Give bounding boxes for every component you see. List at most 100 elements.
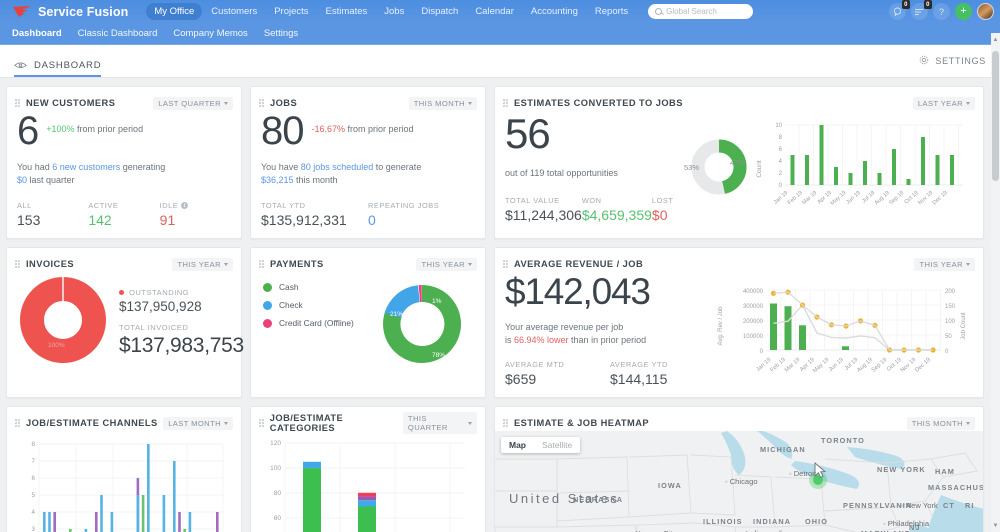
nav-item-my-office[interactable]: My Office [146, 3, 202, 20]
legend-dot-icon [263, 301, 272, 310]
bar1-blue [303, 462, 321, 468]
card-title: NEW CUSTOMERS [26, 98, 115, 108]
info-icon[interactable]: i [181, 202, 188, 209]
map-button[interactable]: Map [501, 437, 534, 453]
city-label-toronto: TORONTO [821, 436, 865, 445]
nav-item-reports[interactable]: Reports [587, 3, 636, 20]
kpi-idle-label: IDLE i [160, 201, 231, 210]
city-label-new-york: New York [901, 501, 938, 510]
satellite-button[interactable]: Satellite [534, 437, 580, 453]
card-body: 120100 8060 40 [251, 431, 485, 532]
avg-revenue-kpis: AVERAGE MTD $659 AVERAGE YTD $144,115 [505, 360, 715, 387]
period-selector[interactable]: LAST MONTH [163, 417, 233, 430]
settings-button[interactable]: SETTINGS [919, 55, 986, 67]
avg-revenue-chart: Avg. Rev / Job Job Count 400000300000 20… [715, 272, 973, 389]
legend-label: Cash [279, 282, 299, 292]
state-label-new-york: NEW YORK [877, 465, 926, 474]
period-selector[interactable]: LAST YEAR [913, 97, 975, 110]
new-customers-link[interactable]: 6 new customers [52, 162, 120, 172]
period-selector[interactable]: LAST QUARTER [153, 97, 233, 110]
payments-donut-chart: 1% 21% 78% [370, 274, 475, 379]
new-customers-delta: +100% from prior period [46, 124, 143, 134]
help-icon[interactable]: ? [933, 3, 950, 20]
y-tick-labels: 400000300000 200000100000 0 [743, 289, 764, 355]
scrollbar-thumb[interactable] [992, 51, 999, 181]
svg-text:Feb 19: Feb 19 [787, 190, 804, 206]
new-customers-kpis: ALL 153 ACTIVE 142 IDLE i 91 [17, 201, 231, 228]
period-selector[interactable]: THIS YEAR [172, 258, 233, 271]
drag-handle-icon[interactable] [503, 419, 508, 428]
period-label: THIS YEAR [919, 260, 963, 269]
nav-item-accounting[interactable]: Accounting [523, 3, 586, 20]
nav-item-projects[interactable]: Projects [266, 3, 316, 20]
period-selector[interactable]: THIS MONTH [409, 97, 477, 110]
chevron-down-icon [966, 422, 970, 425]
map-type-control[interactable]: Map Satellite [501, 437, 580, 453]
legend-item-credit-card[interactable]: Credit Card (Offline) [263, 318, 370, 328]
y-tick-labels: 876 543 2 [32, 441, 36, 532]
global-search-input[interactable]: Global Search [648, 4, 753, 19]
period-selector[interactable]: THIS YEAR [416, 258, 477, 271]
svg-text:60: 60 [274, 515, 282, 522]
page-scrollbar[interactable]: ▲ ▼ [991, 33, 1000, 532]
delta-suffix: from prior period [348, 124, 414, 134]
new-customers-summary: You had 6 new customers generating $0 la… [17, 161, 231, 187]
chat-icon[interactable]: 0 [889, 3, 906, 20]
period-selector[interactable]: THIS MONTH [907, 417, 975, 430]
state-label-ohio: OHIO [805, 517, 828, 526]
kpi-total-value-label: TOTAL VALUE [505, 196, 582, 205]
tab-dashboard[interactable]: DASHBOARD [14, 45, 101, 77]
drag-handle-icon[interactable] [15, 419, 20, 428]
top-right-actions: 0 0 ? + [889, 3, 994, 20]
period-label: THIS YEAR [177, 260, 221, 269]
svg-text:Jun 19: Jun 19 [845, 190, 861, 206]
tab-dashboard-label: DASHBOARD [34, 60, 101, 71]
card-estimates-converted: ESTIMATES CONVERTED TO JOBS LAST YEAR 56… [494, 86, 984, 239]
drag-handle-icon[interactable] [15, 99, 20, 108]
add-new-button[interactable]: + [955, 3, 972, 20]
scroll-up-icon[interactable]: ▲ [992, 35, 999, 44]
city-label-detroit: Detroit [789, 469, 816, 478]
drag-handle-icon[interactable] [259, 260, 264, 269]
card-header: AVERAGE REVENUE / JOB THIS YEAR [495, 248, 983, 272]
drag-handle-icon[interactable] [259, 99, 264, 108]
svg-text:Mar 19: Mar 19 [801, 190, 818, 206]
period-selector[interactable]: THIS YEAR [914, 258, 975, 271]
drag-handle-icon[interactable] [15, 260, 20, 269]
drag-handle-icon[interactable] [503, 260, 508, 269]
map-viewport[interactable]: Map Satellite United States MICHIGAN NEW… [495, 431, 983, 532]
legend-item-cash[interactable]: Cash [263, 282, 370, 292]
legend-item-check[interactable]: Check [263, 300, 370, 310]
card-title: AVERAGE REVENUE / JOB [514, 259, 643, 269]
subnav-item-dashboard[interactable]: Dashboard [12, 28, 62, 39]
svg-text:Jan 19: Jan 19 [773, 190, 789, 206]
card-title: JOB/ESTIMATE CATEGORIES [270, 413, 403, 433]
chevron-down-icon [224, 263, 228, 266]
jobs-delta: -16.67% from prior period [312, 124, 414, 134]
nav-item-estimates[interactable]: Estimates [318, 3, 376, 20]
subnav-item-classic-dashboard[interactable]: Classic Dashboard [78, 28, 158, 39]
nav-item-customers[interactable]: Customers [203, 3, 265, 20]
nav-item-calendar[interactable]: Calendar [467, 3, 522, 20]
card-header: ESTIMATE & JOB HEATMAP THIS MONTH [495, 407, 983, 431]
svg-text:Sep 19: Sep 19 [871, 357, 889, 374]
nav-item-jobs[interactable]: Jobs [376, 3, 412, 20]
kpi-repeating-value: 0 [368, 212, 475, 228]
search-placeholder: Global Search [666, 7, 717, 16]
scroll-down-icon[interactable]: ▼ [992, 521, 999, 530]
card-body: $142,043 Your average revenue per job is… [495, 272, 983, 397]
period-selector[interactable]: THIS QUARTER [403, 412, 477, 434]
tasks-icon[interactable]: 0 [911, 3, 928, 20]
subnav-item-company-memos[interactable]: Company Memos [173, 28, 247, 39]
drag-handle-icon[interactable] [503, 99, 508, 108]
drag-handle-icon[interactable] [259, 419, 264, 428]
kpi-won-value: $4,659,359 [582, 207, 652, 223]
nav-item-dispatch[interactable]: Dispatch [413, 3, 466, 20]
kpi-won-label: WON [582, 196, 652, 205]
user-avatar[interactable] [977, 3, 994, 20]
jobs-scheduled-link[interactable]: 80 jobs scheduled [301, 162, 374, 172]
subnav-item-settings[interactable]: Settings [264, 28, 298, 39]
brand-logo-area[interactable]: Service Fusion [8, 5, 128, 19]
kpi-average-mtd: AVERAGE MTD $659 [505, 360, 610, 387]
bars [43, 444, 219, 532]
